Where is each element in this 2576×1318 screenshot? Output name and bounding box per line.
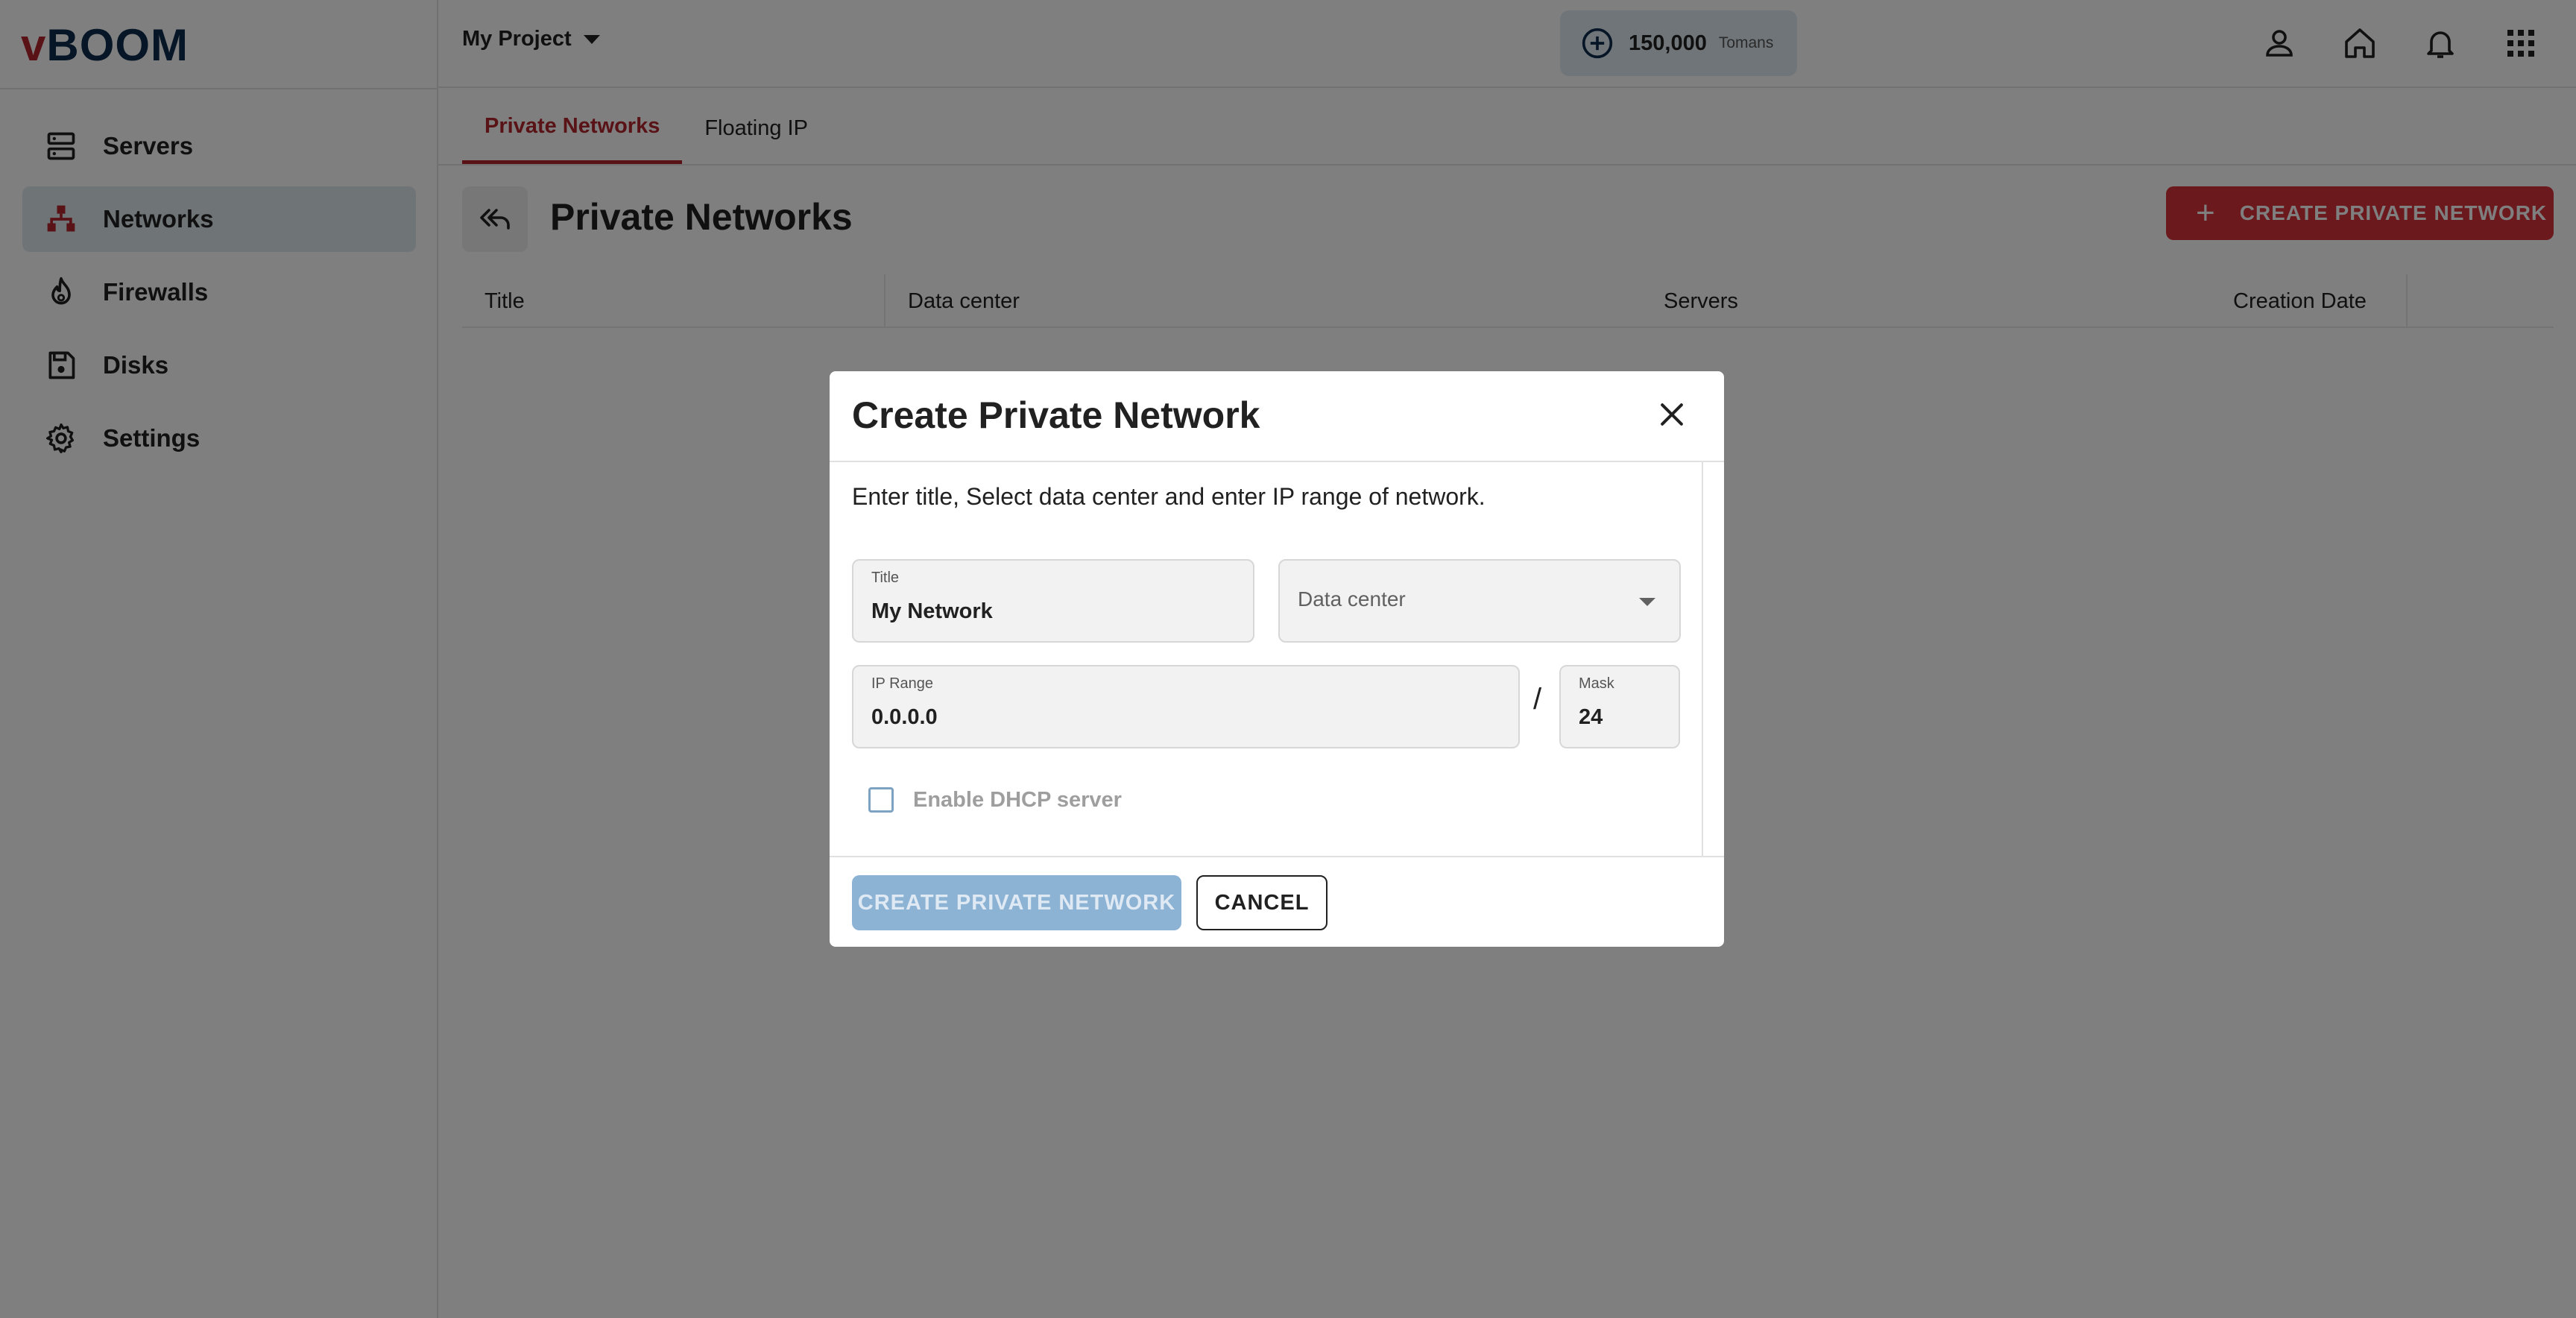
data-center-placeholder: Data center bbox=[1298, 587, 1406, 611]
title-field[interactable]: Title My Network bbox=[852, 559, 1254, 643]
title-field-label: Title bbox=[871, 570, 900, 586]
dhcp-checkbox-row[interactable]: Enable DHCP server bbox=[868, 787, 1122, 813]
submit-create-network-button[interactable]: CREATE PRIVATE NETWORK bbox=[852, 875, 1181, 930]
create-private-network-dialog: Create Private Network Enter title, Sele… bbox=[830, 371, 1724, 947]
ip-mask-separator: / bbox=[1533, 683, 1542, 716]
mask-value[interactable]: 24 bbox=[1579, 705, 1673, 730]
ip-range-label: IP Range bbox=[871, 675, 934, 692]
dialog-scrollbar[interactable] bbox=[1702, 462, 1703, 856]
mask-label: Mask bbox=[1579, 675, 1614, 692]
ip-range-value[interactable]: 0.0.0.0 bbox=[871, 705, 1404, 730]
data-center-select[interactable]: Data center bbox=[1278, 559, 1681, 643]
title-field-value[interactable]: My Network bbox=[871, 599, 1191, 624]
dialog-description: Enter title, Select data center and ente… bbox=[852, 483, 1486, 510]
dialog-footer-divider bbox=[830, 856, 1724, 857]
dialog-divider bbox=[830, 461, 1724, 462]
chevron-down-icon bbox=[1639, 598, 1655, 606]
dialog-title: Create Private Network bbox=[852, 394, 1260, 436]
ip-range-field[interactable]: IP Range 0.0.0.0 bbox=[852, 665, 1520, 748]
dhcp-checkbox-label: Enable DHCP server bbox=[913, 787, 1122, 812]
mask-field[interactable]: Mask 24 bbox=[1559, 665, 1680, 748]
cancel-button[interactable]: CANCEL bbox=[1196, 875, 1328, 930]
close-icon[interactable] bbox=[1655, 398, 1688, 431]
dhcp-checkbox[interactable] bbox=[868, 787, 894, 813]
